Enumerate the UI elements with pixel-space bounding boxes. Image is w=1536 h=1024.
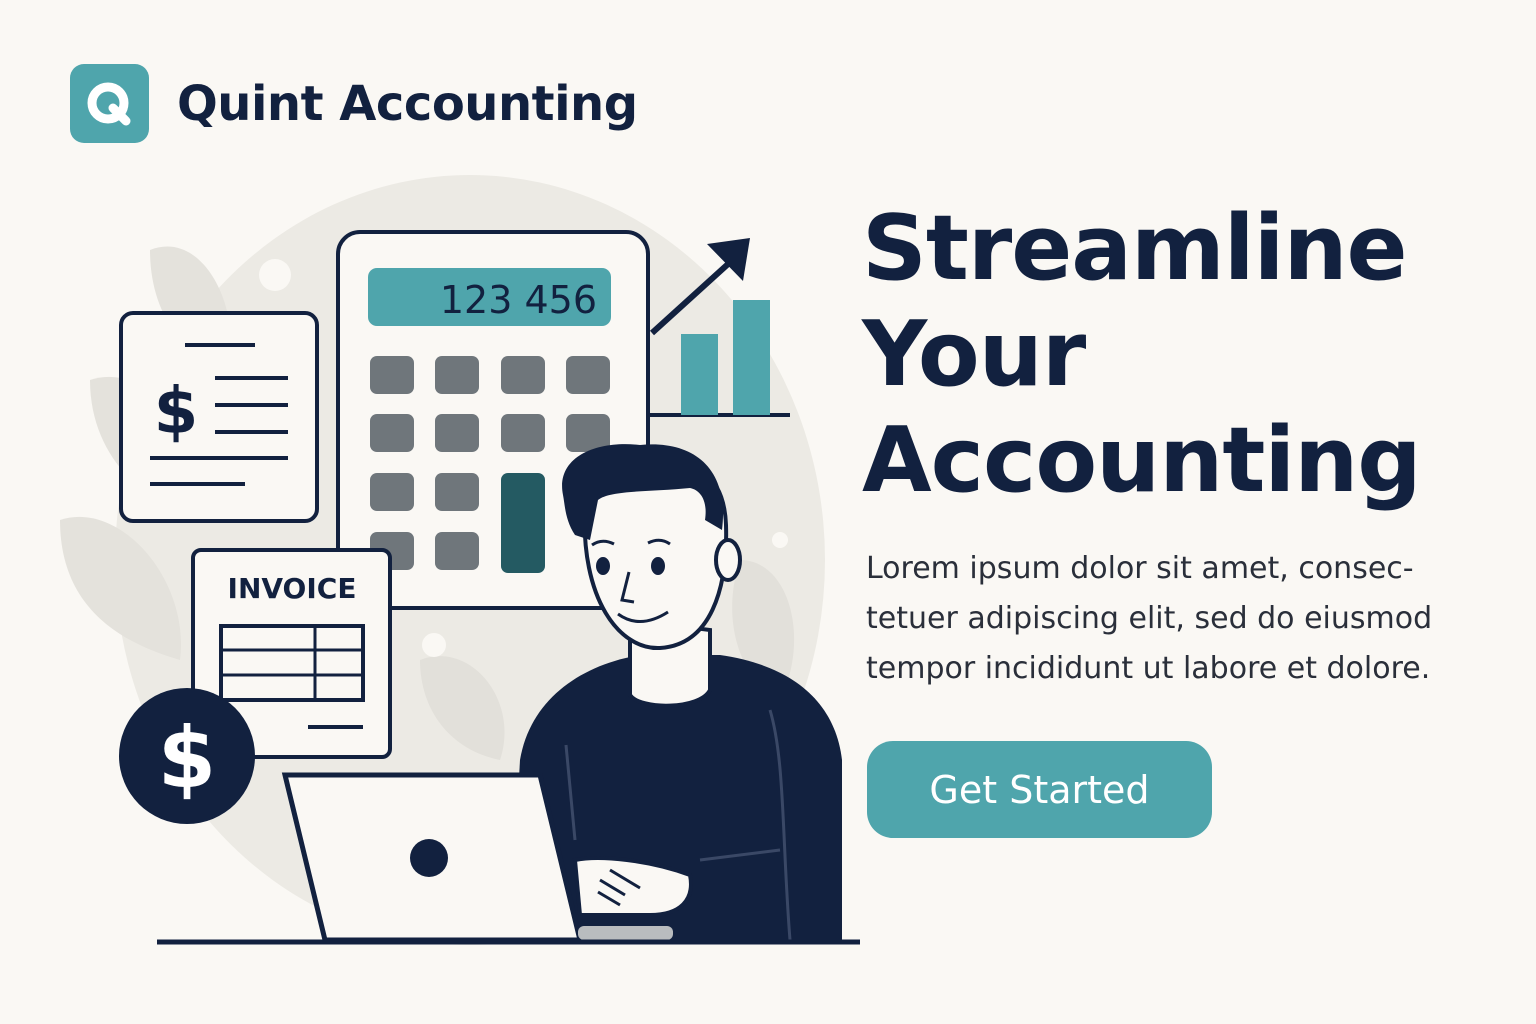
hero-description: Lorem ipsum dolor sit amet, consec- tetu… bbox=[866, 544, 1466, 694]
hero-title: Streamline Your Accounting bbox=[862, 196, 1502, 514]
logo[interactable] bbox=[70, 64, 149, 143]
get-started-button[interactable]: Get Started bbox=[867, 741, 1212, 838]
hero-description-line: tetuer adipiscing elit, sed do eiusmod bbox=[866, 601, 1433, 636]
hero-description-line: tempor incididunt ut labore et dolore. bbox=[866, 651, 1431, 686]
hero-title-line: Accounting bbox=[862, 408, 1422, 513]
invoice-label: INVOICE bbox=[228, 572, 357, 605]
hero-title-line: Streamline bbox=[862, 196, 1408, 301]
logo-q-icon bbox=[87, 82, 131, 126]
hero-description-line: Lorem ipsum dolor sit amet, consec- bbox=[866, 551, 1414, 586]
hero-section: Streamline Your Accounting Lorem ipsum d… bbox=[862, 196, 1502, 694]
receipt-dollar-sign: $ bbox=[154, 375, 199, 449]
dollar-coin: $ bbox=[119, 688, 255, 824]
hero-title-line: Your bbox=[862, 302, 1086, 407]
receipt-document: $ bbox=[119, 311, 319, 523]
coin-dollar-sign: $ bbox=[158, 709, 216, 807]
brand-name: Quint Accounting bbox=[177, 75, 638, 132]
hero-illustration: $ 123 456 INVOICE $ bbox=[60, 175, 860, 945]
calculator-display: 123 456 bbox=[440, 278, 597, 322]
header: Quint Accounting bbox=[70, 64, 638, 143]
